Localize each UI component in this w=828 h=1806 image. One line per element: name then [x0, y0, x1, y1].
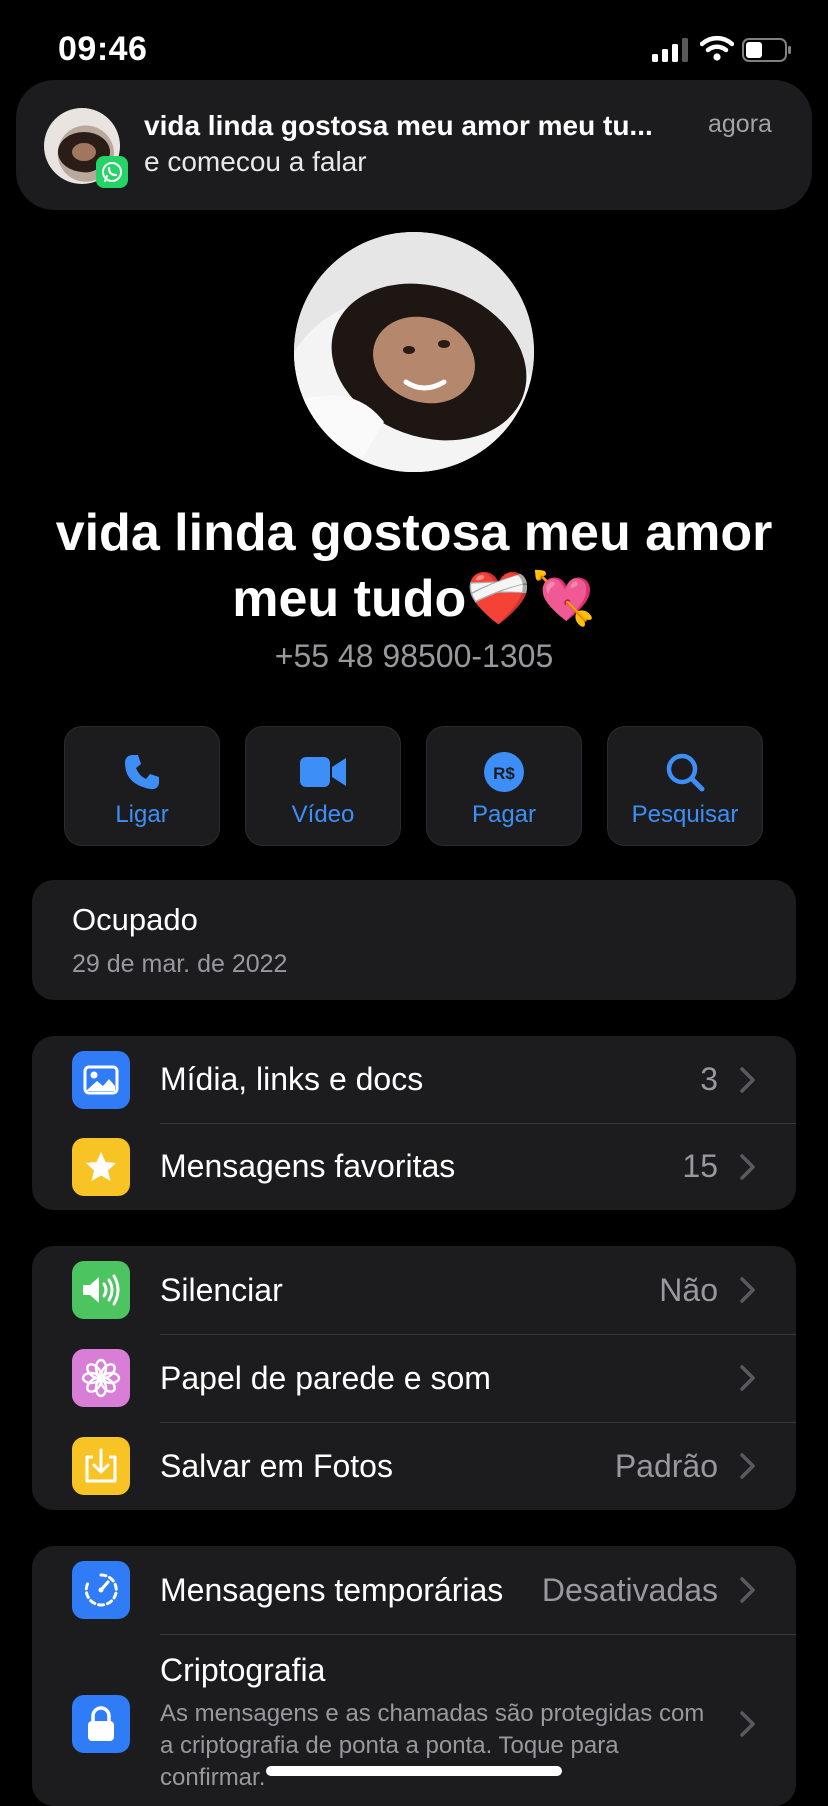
chevron-right-icon — [740, 1277, 755, 1303]
video-button[interactable]: Vídeo — [245, 726, 401, 846]
wifi-icon — [700, 35, 734, 61]
chevron-right-icon — [740, 1453, 755, 1479]
flower-icon — [72, 1349, 130, 1407]
search-icon — [608, 747, 762, 797]
about-status: Ocupado — [72, 902, 198, 937]
whatsapp-icon — [96, 156, 128, 188]
pay-button[interactable]: R$ Pagar — [426, 726, 582, 846]
chevron-right-icon — [740, 1577, 755, 1603]
video-icon — [246, 747, 400, 797]
notification-banner[interactable] — [16, 80, 812, 210]
starred-count: 15 — [682, 1148, 718, 1184]
home-indicator[interactable] — [266, 1766, 562, 1776]
profile-photo[interactable] — [294, 232, 534, 472]
contact-name: vida linda gostosa meu amor meu tudo❤️‍🩹… — [55, 504, 773, 628]
cellular-signal-icon — [652, 38, 688, 62]
about-date: 29 de mar. de 2022 — [72, 950, 288, 978]
search-button[interactable]: Pesquisar — [607, 726, 763, 846]
speaker-icon — [72, 1261, 130, 1319]
payment-icon: R$ — [427, 747, 581, 797]
chevron-right-icon — [740, 1365, 755, 1391]
battery-icon — [742, 38, 791, 62]
disappearing-label: Mensagens temporárias — [160, 1572, 504, 1608]
call-button[interactable]: Ligar — [64, 726, 220, 846]
media-label: Mídia, links e docs — [160, 1061, 424, 1097]
encryption-description: As mensagens e as chamadas são protegida… — [160, 1700, 705, 1791]
pay-label: Pagar — [471, 801, 537, 828]
mute-value: Não — [659, 1272, 718, 1308]
download-icon — [72, 1437, 130, 1495]
about-card[interactable] — [32, 880, 796, 1000]
media-count: 3 — [700, 1061, 718, 1097]
search-label: Pesquisar — [631, 801, 739, 828]
lock-icon — [72, 1695, 130, 1753]
contact-phone: +55 48 98500-1305 — [274, 638, 554, 674]
video-label: Vídeo — [291, 801, 355, 828]
svg-text:R$: R$ — [493, 764, 515, 783]
starred-label: Mensagens favoritas — [160, 1148, 456, 1184]
call-label: Ligar — [115, 801, 169, 828]
wallpaper-label: Papel de parede e som — [160, 1360, 491, 1396]
chevron-right-icon — [740, 1711, 755, 1737]
save-photos-label: Salvar em Fotos — [160, 1448, 393, 1484]
encryption-label: Criptografia — [160, 1652, 326, 1688]
mute-label: Silenciar — [160, 1272, 283, 1308]
star-icon — [72, 1138, 130, 1196]
notification-body: e comecou a falar — [144, 146, 367, 177]
notification-time: agora — [708, 110, 772, 138]
save-photos-value: Padrão — [614, 1448, 718, 1484]
chevron-right-icon — [740, 1154, 755, 1180]
chevron-right-icon — [740, 1067, 755, 1093]
media-icon — [72, 1051, 130, 1109]
disappearing-value: Desativadas — [541, 1572, 718, 1608]
notification-title: vida linda gostosa meu amor meu tu... — [144, 110, 653, 141]
status-time: 09:46 — [58, 30, 148, 68]
timer-icon — [72, 1561, 130, 1619]
phone-icon — [65, 747, 219, 797]
